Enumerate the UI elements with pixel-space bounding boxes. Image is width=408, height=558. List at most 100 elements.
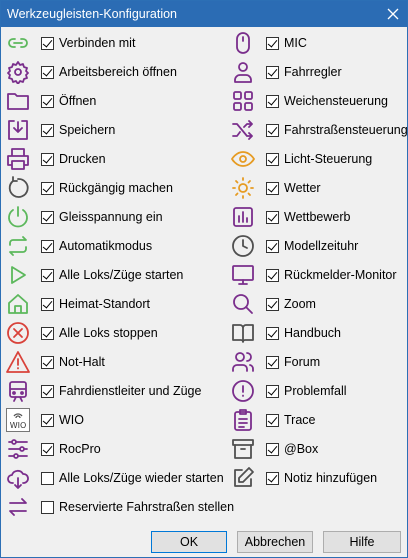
option-label[interactable]: @Box — [284, 442, 318, 456]
option-label[interactable]: Wetter — [284, 181, 321, 195]
gear-icon — [5, 60, 31, 84]
book-icon — [230, 321, 256, 345]
help-button[interactable]: Hilfe — [323, 531, 401, 553]
option-checkbox[interactable] — [41, 472, 54, 485]
option-checkbox[interactable] — [266, 443, 279, 456]
option-checkbox[interactable] — [266, 240, 279, 253]
edit-icon — [230, 466, 256, 490]
option-label[interactable]: Wettbewerb — [284, 210, 350, 224]
option-label[interactable]: Alle Loks stoppen — [59, 326, 158, 340]
shuffle-icon — [230, 118, 256, 142]
option-checkbox[interactable] — [41, 385, 54, 398]
swap-arrows-icon — [5, 495, 31, 519]
option-checkbox[interactable] — [266, 153, 279, 166]
option-checkbox[interactable] — [41, 66, 54, 79]
toolbar-option-row: Fahrregler — [230, 58, 408, 87]
folder-icon — [5, 89, 31, 113]
option-label[interactable]: Alle Loks/Züge wieder starten — [59, 471, 224, 485]
archive-icon — [230, 437, 256, 461]
option-checkbox[interactable] — [41, 37, 54, 50]
option-label[interactable]: Modellzeituhr — [284, 239, 358, 253]
option-label[interactable]: Arbeitsbereich öffnen — [59, 65, 177, 79]
option-label[interactable]: Forum — [284, 355, 320, 369]
option-checkbox[interactable] — [266, 298, 279, 311]
toolbar-option-row: Alle Loks stoppen — [5, 319, 205, 348]
clipboard-icon — [230, 408, 256, 432]
option-label[interactable]: Verbinden mit — [59, 36, 135, 50]
home-icon — [5, 292, 31, 316]
toolbar-option-row: Automatikmodus — [5, 232, 205, 261]
title-bar: Werkzeugleisten-Konfiguration — [1, 1, 407, 27]
toolbar-option-row: Fahrstraßensteuerung — [230, 116, 408, 145]
dialog-window: Werkzeugleisten-Konfiguration Verbinden … — [0, 0, 408, 558]
clock-icon — [230, 234, 256, 258]
option-label[interactable]: Handbuch — [284, 326, 341, 340]
cancel-button[interactable]: Abbrechen — [237, 531, 313, 553]
option-checkbox[interactable] — [41, 153, 54, 166]
user-icon — [230, 60, 256, 84]
option-checkbox[interactable] — [41, 182, 54, 195]
option-label[interactable]: Fahrdienstleiter und Züge — [59, 384, 201, 398]
ok-button[interactable]: OK — [151, 531, 227, 553]
option-label[interactable]: Heimat-Standort — [59, 297, 150, 311]
toolbar-option-row: @Box — [230, 435, 408, 464]
option-label[interactable]: Licht-Steuerung — [284, 152, 372, 166]
toolbar-option-row: Handbuch — [230, 319, 408, 348]
option-label[interactable]: Gleisspannung ein — [59, 210, 163, 224]
option-checkbox[interactable] — [41, 124, 54, 137]
option-checkbox[interactable] — [41, 443, 54, 456]
option-label[interactable]: Speichern — [59, 123, 115, 137]
toolbar-option-row: Rückmelder-Monitor — [230, 261, 408, 290]
option-label[interactable]: Rückgängig machen — [59, 181, 173, 195]
option-label[interactable]: Rückmelder-Monitor — [284, 268, 397, 282]
toolbar-option-row: Reservierte Fahrstraßen stellen — [5, 493, 234, 522]
option-label[interactable]: Fahrregler — [284, 65, 342, 79]
right-column: MIC Fahrregler Weichensteuerung Fahrstraßen… — [230, 29, 408, 493]
option-checkbox[interactable] — [266, 66, 279, 79]
option-label[interactable]: Automatikmodus — [59, 239, 152, 253]
option-checkbox[interactable] — [266, 269, 279, 282]
option-checkbox[interactable] — [266, 356, 279, 369]
option-checkbox[interactable] — [41, 327, 54, 340]
option-label[interactable]: Zoom — [284, 297, 316, 311]
toolbar-option-row: WIO WIO — [5, 406, 205, 435]
toolbar-option-row: Zoom — [230, 290, 408, 319]
option-checkbox[interactable] — [41, 414, 54, 427]
option-label[interactable]: Fahrstraßensteuerung — [284, 123, 408, 137]
option-checkbox[interactable] — [41, 269, 54, 282]
option-checkbox[interactable] — [41, 356, 54, 369]
toolbar-option-row: Alle Loks/Züge wieder starten — [5, 464, 224, 493]
sun-icon — [230, 176, 256, 200]
option-checkbox[interactable] — [266, 211, 279, 224]
option-checkbox[interactable] — [266, 124, 279, 137]
option-label[interactable]: RocPro — [59, 442, 101, 456]
option-label[interactable]: Notiz hinzufügen — [284, 471, 377, 485]
option-checkbox[interactable] — [266, 414, 279, 427]
toolbar-option-row: Öffnen — [5, 87, 205, 116]
option-checkbox[interactable] — [41, 95, 54, 108]
option-checkbox[interactable] — [266, 37, 279, 50]
option-checkbox[interactable] — [266, 327, 279, 340]
option-checkbox[interactable] — [41, 240, 54, 253]
option-label[interactable]: Alle Loks/Züge starten — [59, 268, 183, 282]
option-label[interactable]: MIC — [284, 36, 307, 50]
option-label[interactable]: Öffnen — [59, 94, 96, 108]
option-checkbox[interactable] — [41, 211, 54, 224]
option-checkbox[interactable] — [266, 182, 279, 195]
option-checkbox[interactable] — [266, 472, 279, 485]
option-label[interactable]: Weichensteuerung — [284, 94, 388, 108]
option-checkbox[interactable] — [266, 95, 279, 108]
option-label[interactable]: Problemfall — [284, 384, 347, 398]
train-icon — [5, 379, 31, 403]
option-checkbox[interactable] — [41, 501, 54, 514]
close-icon[interactable] — [379, 1, 407, 27]
option-label[interactable]: Not-Halt — [59, 355, 105, 369]
option-label[interactable]: Reservierte Fahrstraßen stellen — [59, 500, 234, 514]
toolbar-option-row: Wetter — [230, 174, 408, 203]
option-label[interactable]: Drucken — [59, 152, 106, 166]
option-label[interactable]: WIO — [59, 413, 84, 427]
option-checkbox[interactable] — [41, 298, 54, 311]
bar-chart-icon — [230, 205, 256, 229]
option-label[interactable]: Trace — [284, 413, 316, 427]
option-checkbox[interactable] — [266, 385, 279, 398]
